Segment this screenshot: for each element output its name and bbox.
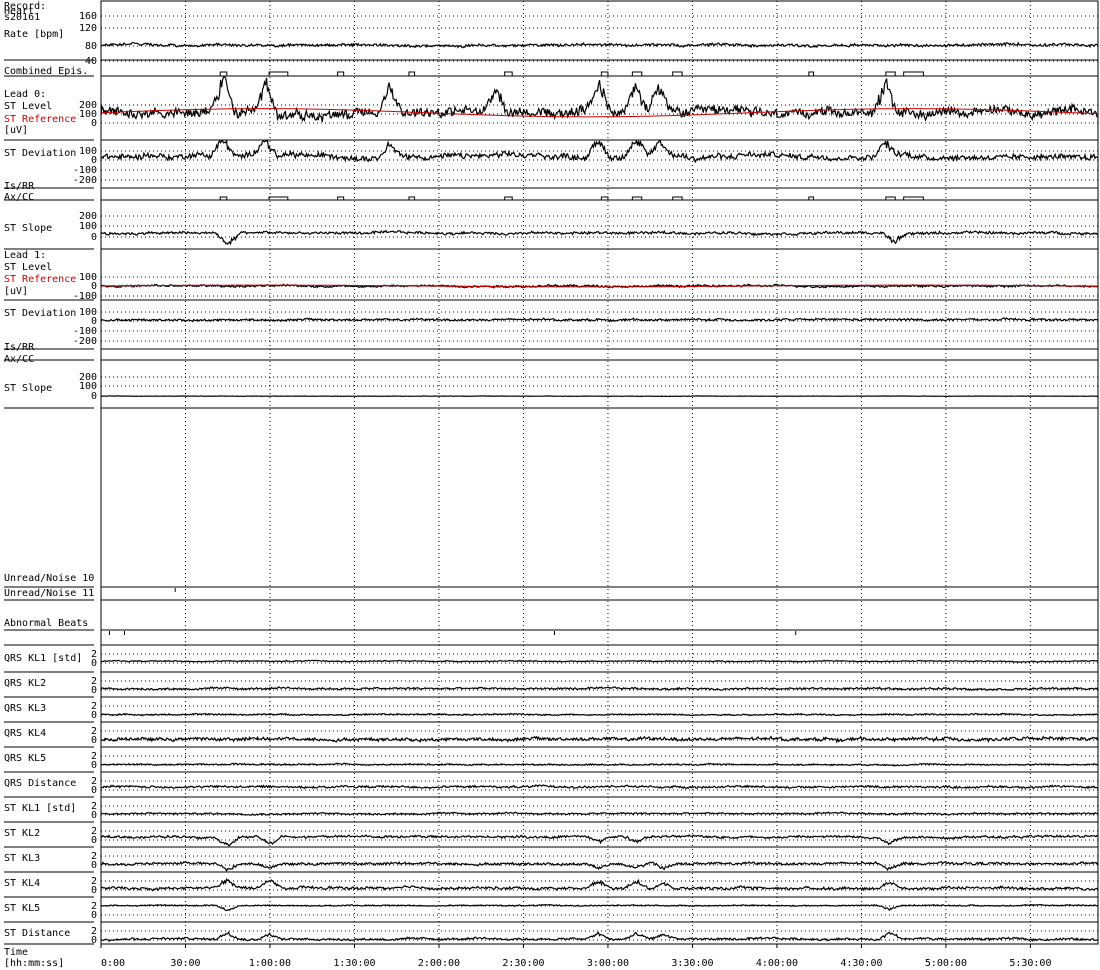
x-tick-label: 3:00:00 <box>587 958 629 969</box>
panel-label: QRS KL4 <box>4 728 46 739</box>
panel-label: QRS Distance <box>4 778 76 789</box>
x-tick-label: 2:00:00 <box>418 958 460 969</box>
x-tick-label: 5:30:00 <box>1009 958 1051 969</box>
trace-l1slope <box>100 395 1099 398</box>
panel-label: ST Distance <box>4 928 70 939</box>
panel-label: Unread/Noise 10 <box>4 573 94 584</box>
panel-label: ST Level <box>4 262 52 273</box>
y-tick-label: 160 <box>79 11 97 22</box>
panel-label: QRS KL3 <box>4 703 46 714</box>
x-axis-label-line1: Time <box>4 947 28 958</box>
y-tick-label: -200 <box>73 336 97 347</box>
panel-label: Combined Epis. <box>4 66 88 77</box>
y-tick-label: -200 <box>73 175 97 186</box>
panel-label: ST KL5 <box>4 903 40 914</box>
panel-label: Heart <box>4 6 34 17</box>
x-tick-label: 4:30:00 <box>840 958 882 969</box>
x-axis-label-line2: [hh:mm:ss] <box>4 958 64 969</box>
y-tick-label: 0 <box>91 935 97 946</box>
x-tick-label: 4:00:00 <box>756 958 798 969</box>
st-analysis-chart: Record: s20161 HeartRate [bpm]1601208040… <box>0 0 1100 970</box>
panel-label: QRS KL1 [std] <box>4 653 82 664</box>
y-tick-label: 80 <box>85 41 97 52</box>
y-tick-label: -100 <box>73 291 97 302</box>
panel-label: Is/RR <box>4 342 35 353</box>
panel-label: Ax/CC <box>4 192 34 203</box>
panel-label: ST KL3 <box>4 853 40 864</box>
y-tick-label: 0 <box>91 232 97 243</box>
x-tick-label: 30:00 <box>170 958 200 969</box>
y-tick-label: 0 <box>91 760 97 771</box>
y-tick-label: 0 <box>91 885 97 896</box>
panel-label: QRS KL2 <box>4 678 46 689</box>
panel-label: ST Reference <box>4 274 76 285</box>
panel-label: [uV] <box>4 286 28 297</box>
y-tick-label: 0 <box>91 735 97 746</box>
panel-label: Abnormal Beats <box>4 618 88 629</box>
y-tick-label: 0 <box>91 835 97 846</box>
chart-background <box>0 0 1100 970</box>
y-tick-label: 0 <box>91 685 97 696</box>
panel-label: QRS KL5 <box>4 753 46 764</box>
x-tick-label: 1:30:00 <box>333 958 375 969</box>
panel-label: ST Slope <box>4 223 52 234</box>
y-tick-label: 100 <box>79 221 97 232</box>
y-tick-label: 0 <box>91 118 97 129</box>
panel-label: Lead 1: <box>4 250 46 261</box>
y-tick-label: 0 <box>91 860 97 871</box>
panel-label: [uV] <box>4 125 28 136</box>
y-tick-label: 120 <box>79 23 97 34</box>
panel-label: ST KL2 <box>4 828 40 839</box>
x-tick-label: 0:00 <box>101 958 125 969</box>
panel-label: ST Deviation <box>4 148 76 159</box>
x-tick-label: 1:00:00 <box>249 958 291 969</box>
y-tick-label: 0 <box>91 658 97 669</box>
x-tick-label: 3:30:00 <box>671 958 713 969</box>
y-tick-label: 0 <box>91 810 97 821</box>
panel-label: Rate [bpm] <box>4 29 64 40</box>
panel-label: ST Slope <box>4 383 52 394</box>
panel-label: ST KL1 [std] <box>4 803 76 814</box>
x-tick-label: 2:30:00 <box>502 958 544 969</box>
x-tick-label: 5:00:00 <box>925 958 967 969</box>
y-tick-label: 0 <box>91 391 97 402</box>
y-tick-label: 0 <box>91 785 97 796</box>
panel-label: Ax/CC <box>4 354 34 365</box>
panel-label: Unread/Noise 11 <box>4 588 94 599</box>
y-tick-label: 0 <box>91 910 97 921</box>
panel-label: Lead 0: <box>4 89 46 100</box>
panel-label: ST Level <box>4 101 52 112</box>
panel-label: ST KL4 <box>4 878 40 889</box>
panel-label: ST Reference <box>4 114 76 125</box>
y-tick-label: 0 <box>91 710 97 721</box>
panel-label: Is/RR <box>4 181 35 192</box>
panel-label: ST Deviation <box>4 308 76 319</box>
